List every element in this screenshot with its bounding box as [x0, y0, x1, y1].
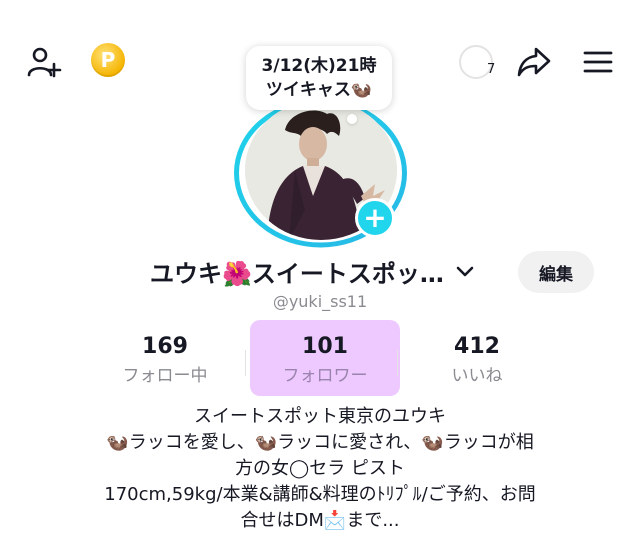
progress-ring-icon[interactable]: 7: [452, 40, 500, 84]
edit-profile-button[interactable]: 編集: [518, 251, 594, 293]
name-row[interactable]: ユウキ🌺スイートスポッ…: [150, 251, 476, 291]
followers-count: 101: [302, 334, 348, 359]
bio-line: 170cm,59kg/本業&講師&料理のﾄﾘﾌﾟﾙ/ご予約、お問: [104, 484, 536, 505]
bio-line[interactable]: 合せはDM📩まで...: [0, 508, 640, 534]
chevron-down-icon[interactable]: [454, 260, 476, 282]
bio-line: スイートスポット東京のユウキ: [194, 406, 446, 427]
likes-count: 412: [454, 334, 500, 359]
following-count: 169: [142, 334, 188, 359]
bubble-line-2: ツイキャス🦦: [265, 80, 373, 100]
profile-page: P 7 + 3/12(木)21時 ツイキャス🦦 ユウキ🌺スイートスポッ… 編集 …: [0, 0, 640, 540]
stat-followers[interactable]: 101 フォロワー: [250, 320, 400, 396]
add-friend-icon[interactable]: [22, 40, 66, 84]
likes-label: いいね: [451, 366, 503, 386]
ring-count: 7: [487, 62, 496, 77]
bio-line: 方の女◯セラ ピスト: [235, 458, 405, 479]
share-icon[interactable]: [512, 40, 556, 84]
bubble-tail: [347, 114, 357, 124]
stat-following[interactable]: 169 フォロー中: [90, 320, 240, 396]
stat-divider: [245, 350, 246, 376]
add-story-button[interactable]: +: [355, 198, 395, 238]
coin-glyph: P: [91, 43, 125, 77]
coin-icon[interactable]: P: [88, 40, 128, 80]
bubble-line-1: 3/12(木)21時: [261, 56, 377, 76]
menu-icon[interactable]: [576, 40, 620, 84]
username-handle: @yuki_ss11: [272, 292, 368, 311]
display-name: ユウキ🌺スイートスポッ…: [150, 259, 444, 288]
bio-line: 🦦ラッコを愛し、🦦ラッコに愛され、🦦ラッコが相: [106, 432, 534, 453]
following-label: フォロー中: [122, 366, 208, 386]
status-bubble[interactable]: 3/12(木)21時 ツイキャス🦦: [246, 46, 392, 110]
followers-label: フォロワー: [282, 366, 368, 386]
stats-row: 169 フォロー中 101 フォロワー 412 いいね: [90, 320, 550, 396]
stat-divider: [397, 350, 398, 376]
stat-likes[interactable]: 412 いいね: [402, 320, 552, 396]
bio: スイートスポット東京のユウキ 🦦ラッコを愛し、🦦ラッコに愛され、🦦ラッコが相 方…: [0, 404, 640, 534]
